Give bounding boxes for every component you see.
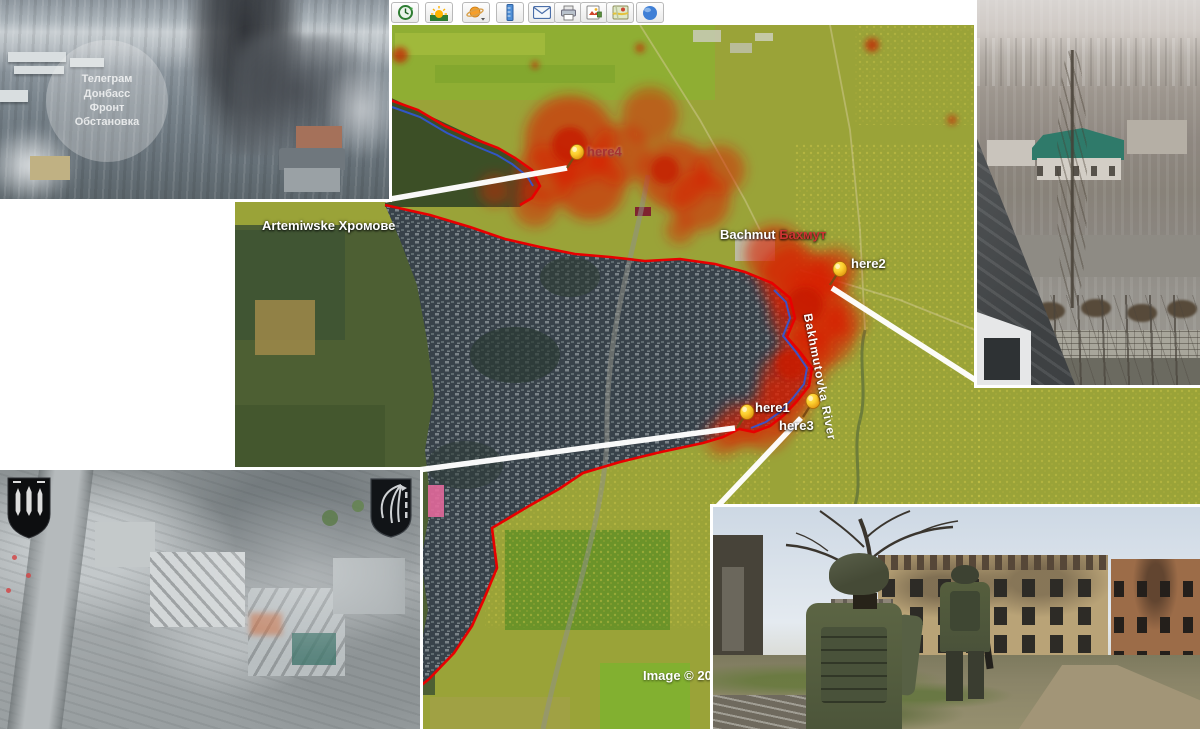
- earth-button[interactable]: [636, 2, 664, 23]
- save-image-button[interactable]: [580, 2, 608, 23]
- soldier2-helmet: [951, 565, 979, 584]
- print-button[interactable]: [554, 2, 582, 23]
- house-wall: [284, 168, 340, 192]
- tree: [322, 510, 338, 526]
- ruler-icon: [505, 4, 515, 21]
- yellow-house: [30, 156, 70, 180]
- historical-imagery-button[interactable]: [391, 2, 419, 23]
- soldier1-helmet: [829, 553, 889, 595]
- ruler-button[interactable]: [496, 2, 524, 23]
- sun-icon: [430, 5, 448, 21]
- ruin: [987, 140, 1035, 166]
- view-in-maps-button[interactable]: [606, 2, 634, 23]
- saturn-icon: [466, 5, 486, 21]
- window-row: [1114, 581, 1197, 597]
- impact-mark: [26, 573, 31, 578]
- planets-button[interactable]: [462, 2, 490, 23]
- sunlight-button[interactable]: [425, 2, 453, 23]
- impact-mark: [6, 588, 11, 593]
- window-glass: [984, 338, 1020, 380]
- soldier2-pack: [950, 591, 980, 631]
- unit-emblem-swords: [6, 476, 52, 540]
- distant-town: [977, 38, 1200, 86]
- globe-icon: [642, 5, 658, 21]
- photo-ruined-street: [974, 0, 1200, 388]
- apartment-block: [8, 52, 66, 62]
- pink-building: [428, 485, 444, 517]
- envelope-icon: [533, 6, 551, 19]
- printer-icon: [560, 5, 577, 21]
- soldier1-neck: [853, 593, 877, 609]
- window-row: [1114, 617, 1197, 633]
- soldier1-vest: [821, 627, 887, 703]
- ruined-building: [95, 522, 155, 567]
- soldier2-leg: [968, 651, 984, 699]
- clock-icon: [397, 4, 414, 21]
- soldier2-leg: [946, 651, 963, 701]
- channel-watermark: Телеграм Донбасс Фронт Обстановка: [46, 40, 168, 162]
- watermark-line: Телеграм: [82, 72, 133, 86]
- impact-mark: [12, 555, 17, 560]
- watermark-line: Обстановка: [75, 115, 140, 129]
- house-roof: [279, 148, 345, 170]
- apartment-block: [0, 90, 28, 102]
- photo-soldiers: [710, 504, 1200, 729]
- poplar-tree: [1057, 50, 1087, 308]
- map-icon: [612, 5, 629, 20]
- watermark-line: Донбасс: [84, 87, 130, 101]
- ruin: [1127, 120, 1187, 154]
- watermark-line: Фронт: [90, 101, 125, 115]
- google-earth-toolbar: [389, 0, 975, 25]
- collage: here4 here2 here1 here3 Bachmut Бахмут A…: [0, 0, 1200, 729]
- image-icon: [586, 5, 602, 20]
- email-button[interactable]: [528, 2, 556, 23]
- photo-drone-rubble: [0, 467, 423, 729]
- unit-emblem-eagle: [368, 476, 414, 540]
- panel: [722, 567, 744, 651]
- smoke-haze: [170, 500, 400, 660]
- photo-city-smoke: Телеграм Донбасс Фронт Обстановка: [0, 0, 392, 202]
- tree: [352, 500, 364, 512]
